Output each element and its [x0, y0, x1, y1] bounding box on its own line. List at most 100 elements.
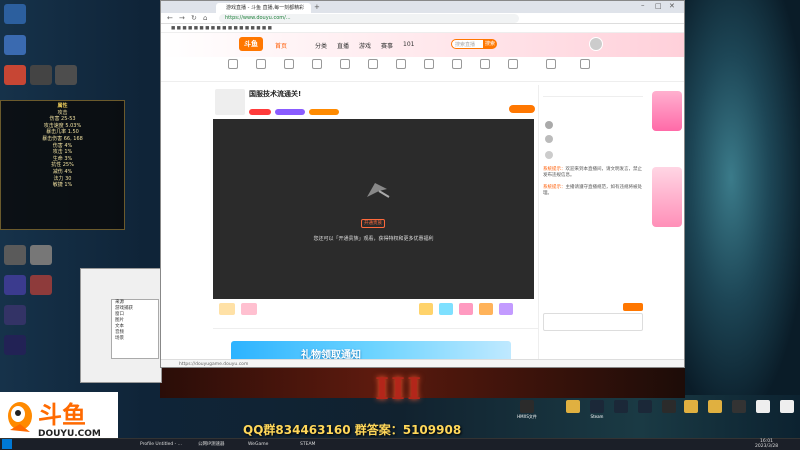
desktop-icon[interactable] — [780, 400, 794, 413]
desktop-icon[interactable] — [4, 335, 26, 355]
taskbar-item[interactable]: 公网IP测速器 — [198, 440, 225, 449]
desktop-icon[interactable] — [4, 305, 26, 325]
room-title: 国服技术流通关! — [249, 90, 302, 98]
desktop-icon[interactable] — [756, 400, 770, 413]
chat-message: 系统提示：主播请遵守直播规范，如有违规将被处理。 — [543, 185, 643, 197]
taskbar-clock[interactable]: 16:01 2023/3/28 — [755, 439, 778, 449]
stats-line: 抗性 25% — [51, 162, 74, 169]
maximize-icon[interactable]: □ — [655, 2, 662, 10]
douyu-nav-logo[interactable]: 斗鱼 — [239, 37, 263, 51]
stats-line: 伤害 25-53 — [49, 116, 76, 123]
desktop-icon[interactable] — [566, 400, 580, 413]
video-player[interactable]: 开通贵族 您还可以「开通贵族」观看，获得特权和更多优惠福利 — [213, 119, 534, 299]
taskbar-item[interactable]: Profile Untitled - ... — [140, 440, 182, 449]
stats-line: 敏捷 1% — [52, 182, 73, 189]
category-item[interactable] — [445, 59, 469, 71]
stats-line: 减伤 4% — [52, 168, 73, 175]
badge — [309, 109, 339, 115]
nav-item-live[interactable]: 直播 — [337, 41, 349, 50]
chat-input[interactable] — [543, 313, 643, 331]
nav-item-game[interactable]: 游戏 — [359, 41, 371, 50]
back-icon[interactable]: ← — [167, 14, 173, 22]
close-icon[interactable]: ✕ — [669, 2, 675, 10]
category-item[interactable] — [249, 59, 273, 71]
category-item[interactable] — [221, 59, 245, 71]
gift-item[interactable] — [479, 303, 493, 315]
url-input[interactable]: https://www.douyu.com/... — [219, 14, 519, 23]
desktop-icon[interactable] — [30, 245, 52, 265]
list-item[interactable]: 场景 — [115, 336, 158, 342]
browser-window[interactable]: 游戏直播 - 斗鱼 直播,每一刻都精彩 + ✕ □ – ← → ↻ ⌂ http… — [160, 0, 685, 368]
desktop-icon[interactable] — [708, 400, 722, 413]
category-item[interactable] — [361, 59, 385, 71]
desktop-icon[interactable] — [520, 400, 534, 413]
gift-bar — [213, 299, 538, 329]
gift-item[interactable] — [439, 303, 453, 315]
minimize-icon[interactable]: – — [641, 1, 645, 9]
game-artwork-right — [685, 0, 800, 395]
game-stats-panel: 属性 攻击 伤害 25-53 攻击速度 5.03% 暴击几率 1.50 暴击伤害… — [0, 100, 125, 230]
desktop-icon[interactable] — [4, 4, 26, 24]
obs-source-list[interactable]: 来源 游戏捕获 窗口 图片 文本 音频 场景 — [111, 299, 159, 359]
desktop-icon[interactable] — [638, 400, 652, 413]
new-tab-icon[interactable]: + — [314, 3, 320, 11]
qq-group-text: QQ群834463160 群答案：5109908 — [243, 423, 462, 437]
gift-item[interactable] — [459, 303, 473, 315]
open-noble-button[interactable]: 开通贵族 — [361, 219, 385, 228]
promo-image[interactable] — [652, 91, 682, 131]
start-button[interactable] — [2, 439, 12, 449]
category-item[interactable] — [333, 59, 357, 71]
streamer-avatar[interactable] — [215, 89, 245, 115]
category-item[interactable] — [389, 59, 413, 71]
desktop-icon[interactable] — [684, 400, 698, 413]
desktop-icon[interactable] — [4, 245, 26, 265]
desktop-icon[interactable] — [30, 65, 52, 85]
category-item[interactable] — [539, 59, 563, 71]
category-item[interactable] — [473, 59, 497, 71]
badge — [249, 109, 271, 115]
gift-item[interactable] — [419, 303, 433, 315]
stats-title: 属性 — [57, 103, 68, 109]
stats-line: 暴击几率 1.50 — [46, 129, 79, 136]
search-button[interactable]: 搜索 — [483, 39, 497, 49]
desktop-icon[interactable] — [55, 65, 77, 85]
category-item[interactable] — [277, 59, 301, 71]
desktop-icon[interactable] — [4, 65, 26, 85]
desktop-icon[interactable] — [732, 400, 746, 413]
gift-item[interactable] — [219, 303, 235, 315]
chat-tabs[interactable] — [543, 89, 643, 97]
nav-item-category[interactable]: 分类 — [315, 41, 327, 50]
forward-icon[interactable]: → — [179, 14, 185, 22]
send-button[interactable] — [623, 303, 643, 311]
promo-image[interactable] — [652, 167, 682, 227]
chat-message: 系统提示：欢迎来到本直播间，请文明发言，禁止发布违规信息。 — [543, 167, 643, 179]
follow-button[interactable] — [509, 105, 535, 113]
tab-douyu[interactable]: 游戏直播 - 斗鱼 直播,每一刻都精彩 — [216, 3, 311, 13]
desktop-icon[interactable] — [614, 400, 628, 413]
reload-icon[interactable]: ↻ — [191, 14, 197, 22]
desktop-icon[interactable] — [4, 35, 26, 55]
side-promo[interactable] — [648, 85, 684, 325]
taskbar-item[interactable]: STEAM — [300, 440, 315, 449]
nav-item-event[interactable]: 赛事 — [381, 41, 393, 50]
category-item[interactable] — [501, 59, 525, 71]
home-icon[interactable]: ⌂ — [203, 14, 207, 22]
nav-item-home[interactable]: 首页 — [275, 41, 287, 50]
category-item[interactable] — [305, 59, 329, 71]
desktop-icon[interactable] — [30, 275, 52, 295]
douyu-fish-icon — [8, 402, 32, 432]
desktop-icon[interactable] — [662, 400, 676, 413]
obs-window[interactable]: 来源 游戏捕获 窗口 图片 文本 音频 场景 — [80, 268, 162, 383]
nav-item-101[interactable]: 101 — [403, 41, 414, 48]
taskbar-item[interactable]: WeGame — [248, 440, 268, 449]
desktop-icon[interactable] — [4, 275, 26, 295]
douyu-fish-icon — [367, 183, 390, 198]
gift-item[interactable] — [499, 303, 513, 315]
category-item[interactable] — [573, 59, 597, 71]
gift-item[interactable] — [241, 303, 257, 315]
player-notice: 您还可以「开通贵族」观看，获得特权和更多优惠福利 — [313, 236, 434, 242]
avatar[interactable] — [589, 37, 603, 51]
category-item[interactable] — [417, 59, 441, 71]
desktop-icon[interactable] — [590, 400, 604, 413]
bookmarks-bar[interactable]: ■ ■ ■ ■ ■ ■ ■ ■ ■ ■ ■ ■ ■ ■ ■ ■ ■ ■ — [161, 24, 684, 33]
